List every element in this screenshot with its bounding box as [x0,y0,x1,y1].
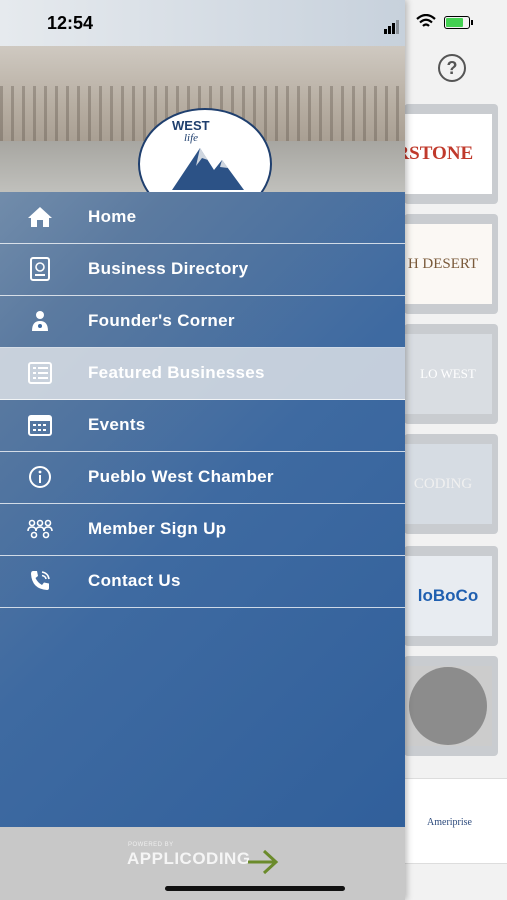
menu-item-member-sign-up[interactable]: Member Sign Up [0,504,405,556]
battery-icon [444,16,473,29]
wifi-icon [416,13,436,34]
business-card[interactable]: LO WEST [404,324,498,424]
business-card[interactable]: H DESERT [404,214,498,314]
status-time: 12:54 [47,13,94,33]
list-icon [26,360,54,386]
drawer-menu: Home Business Directory Founder's Corner… [0,192,405,608]
business-card-wide[interactable]: Ameriprise [404,778,507,864]
menu-item-pueblo-west-chamber[interactable]: Pueblo West Chamber [0,452,405,504]
directory-icon [26,256,54,282]
phone-icon [26,568,54,594]
applicoding-logo: APPLICODING [127,849,251,868]
calendar-icon [26,412,54,438]
header-image: WEST life [0,46,405,192]
home-icon [26,204,54,230]
menu-item-founders-corner[interactable]: Founder's Corner [0,296,405,348]
menu-item-contact-us[interactable]: Contact Us [0,556,405,608]
info-icon [26,464,54,490]
business-card[interactable] [404,656,498,756]
help-icon[interactable]: ? [438,54,466,82]
home-indicator [165,886,345,891]
menu-item-featured-businesses[interactable]: Featured Businesses [0,348,405,400]
arrow-icon [248,849,279,875]
members-icon [26,516,54,542]
menu-item-home[interactable]: Home [0,192,405,244]
founder-icon [26,308,54,334]
menu-item-events[interactable]: Events [0,400,405,452]
navigation-drawer: WEST life Home Business Directory Founde… [0,0,405,900]
menu-item-business-directory[interactable]: Business Directory [0,244,405,296]
business-card[interactable]: loBoCo [404,546,498,646]
butterfly-logo [409,667,487,745]
business-card[interactable]: CODING [404,434,498,534]
signal-icon [384,16,400,34]
status-bar: 12:54 [0,0,507,46]
mountain-icon [172,148,244,190]
business-card[interactable]: ERSTONE [404,104,498,204]
